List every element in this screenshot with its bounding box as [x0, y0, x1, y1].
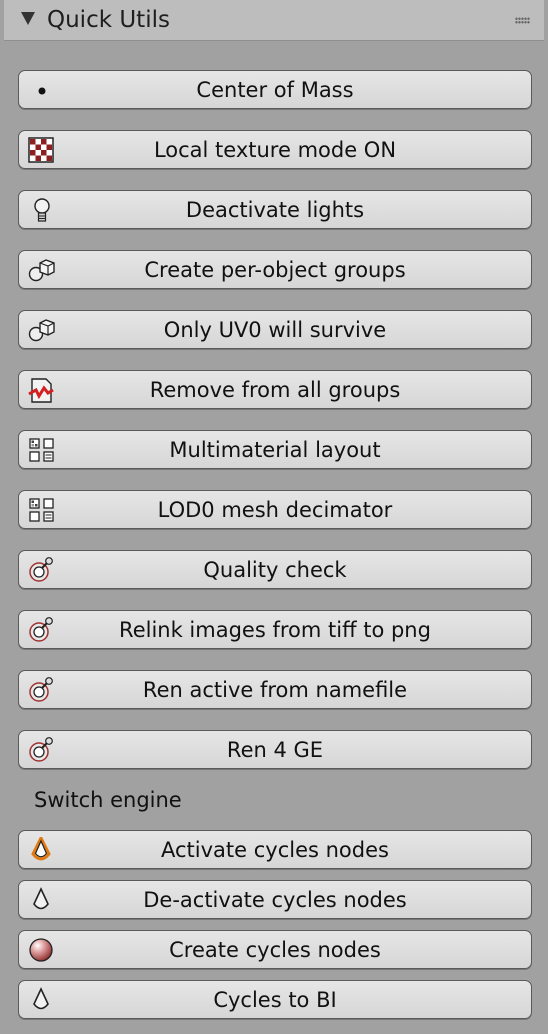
- button-label: Quality check: [203, 558, 347, 582]
- button-label: Only UV0 will survive: [163, 318, 387, 342]
- remove-from-all-groups-button[interactable]: Remove from all groups: [18, 370, 532, 409]
- panel-title: Quick Utils: [47, 7, 170, 33]
- panel-header[interactable]: Quick Utils: [4, 0, 544, 41]
- button-label: Cycles to BI: [213, 988, 337, 1012]
- center-of-mass-button[interactable]: Center of Mass: [18, 70, 532, 109]
- deactivate-lights-button[interactable]: Deactivate lights: [18, 190, 532, 229]
- local-texture-mode-button[interactable]: Local texture mode ON: [18, 130, 532, 169]
- ren-active-from-namefile-button[interactable]: Ren active from namefile: [18, 670, 532, 709]
- multimaterial-layout-button[interactable]: Multimaterial layout: [18, 430, 532, 469]
- relink-images-button[interactable]: Relink images from tiff to png: [18, 610, 532, 649]
- button-label: Create per-object groups: [144, 258, 406, 282]
- button-label: Activate cycles nodes: [161, 838, 389, 862]
- button-label: Local texture mode ON: [153, 138, 397, 162]
- button-label: Relink images from tiff to png: [119, 618, 431, 642]
- button-label: LOD0 mesh decimator: [157, 498, 393, 522]
- ren-4-ge-button[interactable]: Ren 4 GE: [18, 730, 532, 769]
- collapse-triangle-icon[interactable]: [21, 12, 35, 25]
- deactivate-cycles-nodes-button[interactable]: De-activate cycles nodes: [18, 880, 532, 919]
- button-label: Multimaterial layout: [169, 438, 381, 462]
- button-label: Center of Mass: [196, 78, 354, 102]
- drag-grip-icon[interactable]: [515, 17, 530, 24]
- button-label: De-activate cycles nodes: [143, 888, 407, 912]
- activate-cycles-nodes-button[interactable]: Activate cycles nodes: [18, 830, 532, 869]
- create-per-object-groups-button[interactable]: Create per-object groups: [18, 250, 532, 289]
- quality-check-button[interactable]: Quality check: [18, 550, 532, 589]
- button-label: Remove from all groups: [149, 378, 401, 402]
- cycles-to-bi-button[interactable]: Cycles to BI: [18, 980, 532, 1019]
- lod0-mesh-decimator-button[interactable]: LOD0 mesh decimator: [18, 490, 532, 529]
- button-label: Ren 4 GE: [226, 738, 324, 762]
- create-cycles-nodes-button[interactable]: Create cycles nodes: [18, 930, 532, 969]
- switch-engine-label: Switch engine: [34, 788, 182, 812]
- button-label: Create cycles nodes: [169, 938, 381, 962]
- only-uv0-button[interactable]: Only UV0 will survive: [18, 310, 532, 349]
- button-label: Ren active from namefile: [142, 678, 408, 702]
- button-label: Deactivate lights: [185, 198, 365, 222]
